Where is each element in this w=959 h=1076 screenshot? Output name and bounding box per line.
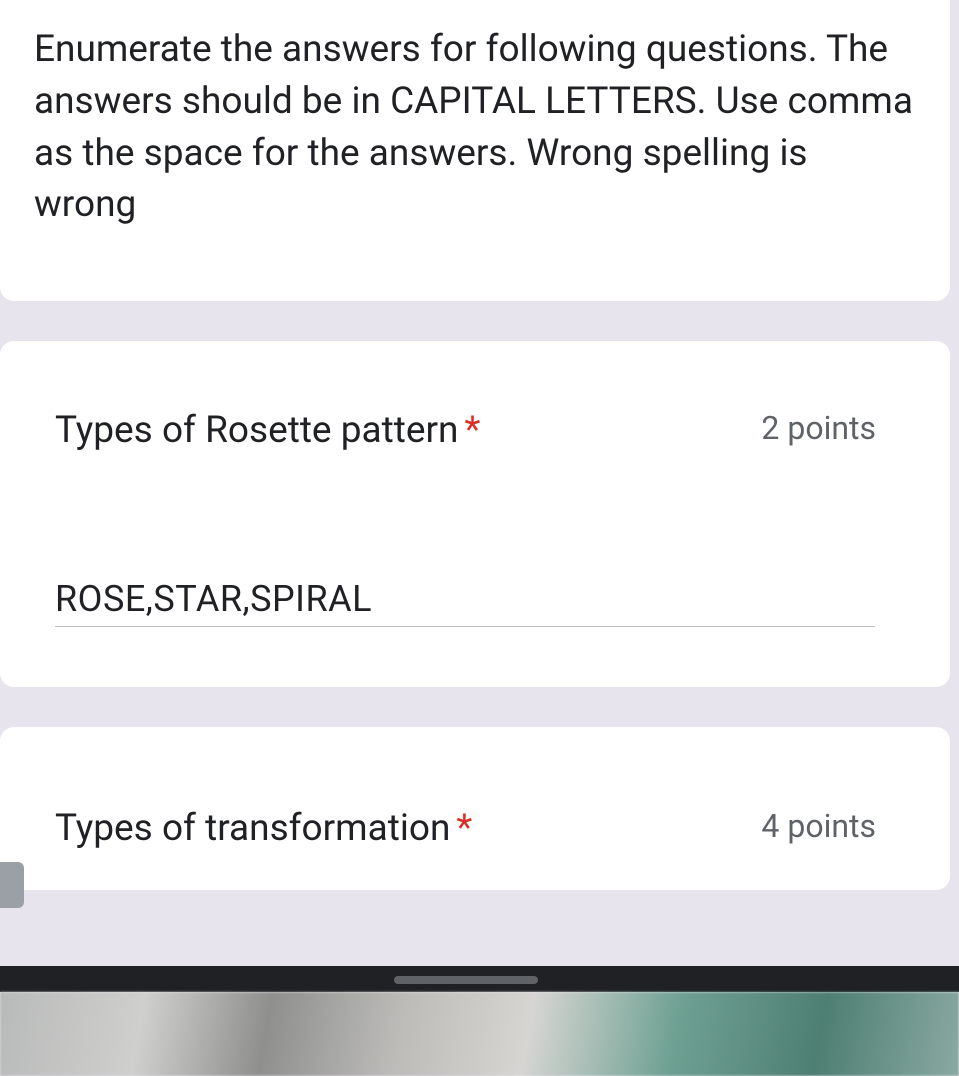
question-card-2: Types of transformation* 4 points xyxy=(0,727,950,890)
question-points: 4 points xyxy=(761,807,916,845)
answer-input-1[interactable] xyxy=(55,572,875,627)
instructions-text: Enumerate the answers for following ques… xyxy=(34,24,916,231)
question-title-text: Types of Rosette pattern xyxy=(55,409,458,452)
question-title-text: Types of transformation xyxy=(55,807,450,850)
bottom-handle[interactable] xyxy=(394,976,538,984)
right-edge-strip xyxy=(950,0,959,966)
question-header: Types of Rosette pattern* 2 points xyxy=(55,409,916,452)
required-marker: * xyxy=(456,807,472,850)
question-title: Types of transformation* xyxy=(55,807,731,850)
background-photo xyxy=(0,992,959,1076)
alert-tab-icon[interactable] xyxy=(0,862,24,908)
question-title: Types of Rosette pattern* xyxy=(55,409,731,452)
required-marker: * xyxy=(464,409,480,452)
instructions-card: Enumerate the answers for following ques… xyxy=(0,0,950,301)
question-points: 2 points xyxy=(761,409,916,447)
question-header: Types of transformation* 4 points xyxy=(55,807,916,850)
question-card-1: Types of Rosette pattern* 2 points xyxy=(0,341,950,687)
